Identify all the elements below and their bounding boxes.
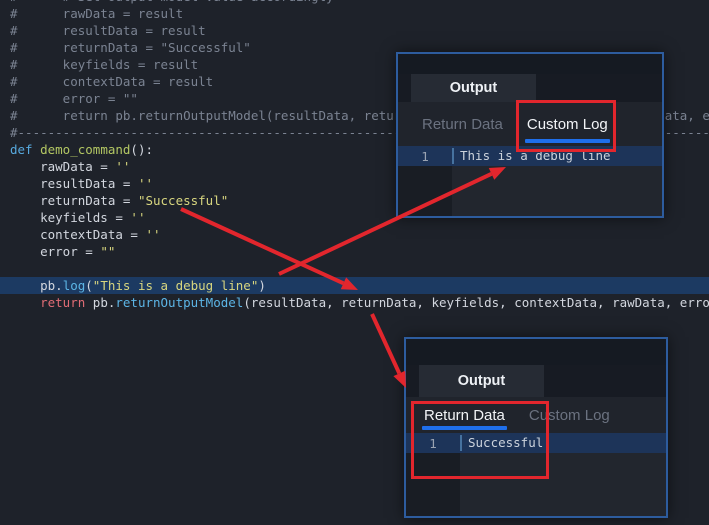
output-content: 1 This is a debug line — [398, 146, 662, 216]
code-line: # rawData = result — [0, 5, 709, 22]
panel-tabstrip: Output — [406, 365, 666, 397]
tab-output[interactable]: Output — [411, 74, 536, 102]
output-content: 1 Successful — [406, 433, 666, 516]
panel-subtabs: Return Data Custom Log — [398, 102, 662, 146]
code-line — [0, 260, 709, 277]
panel-titlebar — [406, 339, 666, 365]
code-line: return pb.returnOutputModel(resultData, … — [0, 294, 709, 311]
tab-return-data-label: Return Data — [424, 407, 505, 424]
panel-titlebar — [398, 54, 662, 74]
tab-custom-log[interactable]: Custom Log — [517, 397, 622, 433]
active-tab-underline — [525, 139, 610, 143]
output-line-text: This is a debug line — [452, 148, 611, 164]
tab-output[interactable]: Output — [419, 365, 544, 397]
line-number: 1 — [398, 149, 452, 164]
panel-tabstrip: Output — [398, 74, 662, 102]
tab-return-data[interactable]: Return Data — [412, 397, 517, 433]
line-number: 1 — [406, 436, 460, 451]
output-line: 1 This is a debug line — [398, 146, 662, 166]
code-line: pb.log("This is a debug line") — [0, 277, 709, 294]
code-line: contextData = '' — [0, 226, 709, 243]
tab-custom-log-label: Custom Log — [527, 116, 608, 133]
output-line: 1 Successful — [406, 433, 666, 453]
output-panel-custom-log: Output Return Data Custom Log 1 This is … — [396, 52, 664, 218]
panel-subtabs: Return Data Custom Log — [406, 397, 666, 433]
code-line: # resultData = result — [0, 22, 709, 39]
active-tab-underline — [422, 426, 507, 430]
tab-custom-log[interactable]: Custom Log — [515, 102, 620, 146]
output-line-text: Successful — [460, 435, 543, 451]
tab-return-data[interactable]: Return Data — [410, 102, 515, 146]
output-panel-return-data: Output Return Data Custom Log 1 Successf… — [404, 337, 668, 518]
code-line: error = "" — [0, 243, 709, 260]
